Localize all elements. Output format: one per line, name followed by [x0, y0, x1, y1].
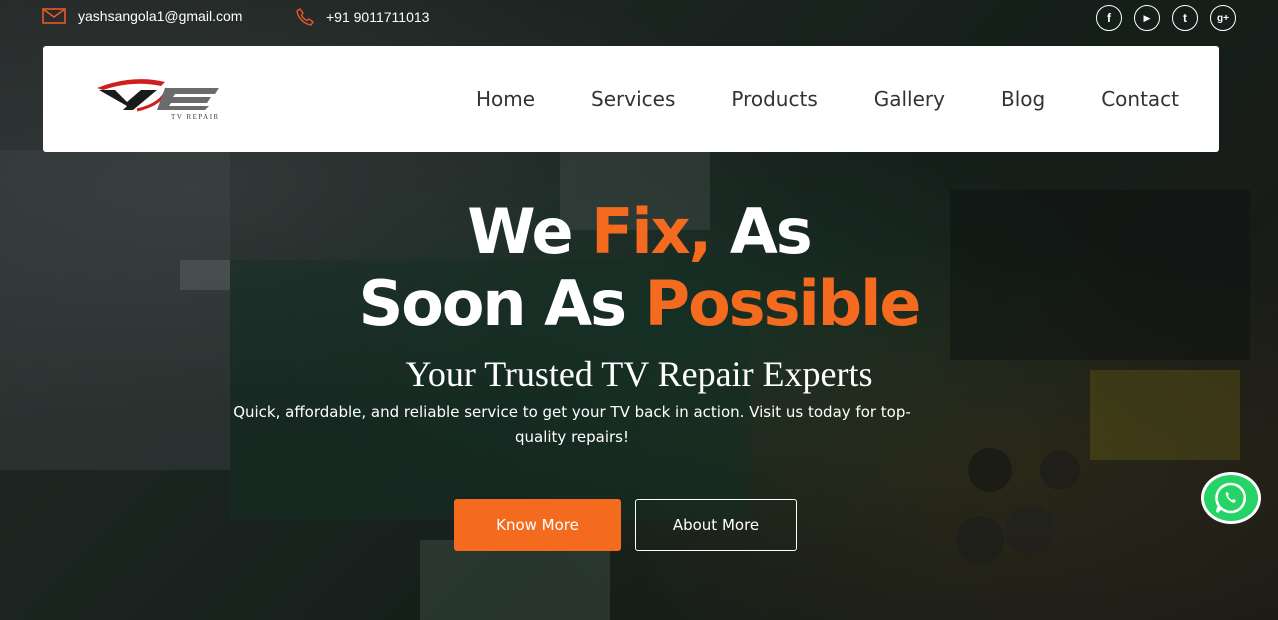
- youtube-icon[interactable]: ▶: [1134, 5, 1160, 31]
- nav-contact[interactable]: Contact: [1101, 87, 1179, 111]
- logo-tagline: TV REPAIR: [171, 113, 220, 121]
- facebook-icon[interactable]: f: [1096, 5, 1122, 31]
- envelope-icon: [42, 8, 66, 24]
- headline-we: We: [467, 195, 592, 268]
- phone-icon: [296, 8, 314, 26]
- whatsapp-icon: [1215, 482, 1247, 514]
- whatsapp-button[interactable]: [1201, 472, 1261, 524]
- phone-text: +91 9011711013: [326, 9, 430, 25]
- social-links: f ▶ t g+: [1096, 5, 1236, 31]
- hero-headline: We Fix, As Soon As Possible: [0, 196, 1278, 340]
- about-more-button[interactable]: About More: [635, 499, 797, 551]
- main-menu: Home Services Products Gallery Blog Cont…: [476, 46, 1179, 152]
- nav-blog[interactable]: Blog: [1001, 87, 1045, 111]
- nav-products[interactable]: Products: [731, 87, 817, 111]
- hero-subtitle: Your Trusted TV Repair Experts: [405, 354, 873, 394]
- contact-email[interactable]: yashsangola1@gmail.com: [42, 8, 242, 24]
- site-logo[interactable]: TV REPAIR: [93, 74, 223, 122]
- know-more-button[interactable]: Know More: [454, 499, 621, 551]
- hero-description: Quick, affordable, and reliable service …: [233, 403, 911, 446]
- twitter-icon[interactable]: t: [1172, 5, 1198, 31]
- headline-soon-as: Soon As: [358, 267, 645, 340]
- contact-phone[interactable]: +91 9011711013: [296, 8, 429, 26]
- nav-home[interactable]: Home: [476, 87, 535, 111]
- headline-as: As: [710, 195, 813, 268]
- google-plus-icon[interactable]: g+: [1210, 5, 1236, 31]
- email-text: yashsangola1@gmail.com: [78, 8, 243, 24]
- navbar: TV REPAIR Home Services Products Gallery…: [43, 46, 1219, 152]
- hero-content: We Fix, As Soon As Possible Your Trusted…: [0, 196, 1278, 450]
- nav-gallery[interactable]: Gallery: [874, 87, 945, 111]
- headline-possible: Possible: [644, 267, 922, 340]
- topbar: yashsangola1@gmail.com +91 9011711013 f …: [0, 0, 1278, 34]
- headline-fix: Fix,: [591, 195, 712, 268]
- nav-services[interactable]: Services: [591, 87, 675, 111]
